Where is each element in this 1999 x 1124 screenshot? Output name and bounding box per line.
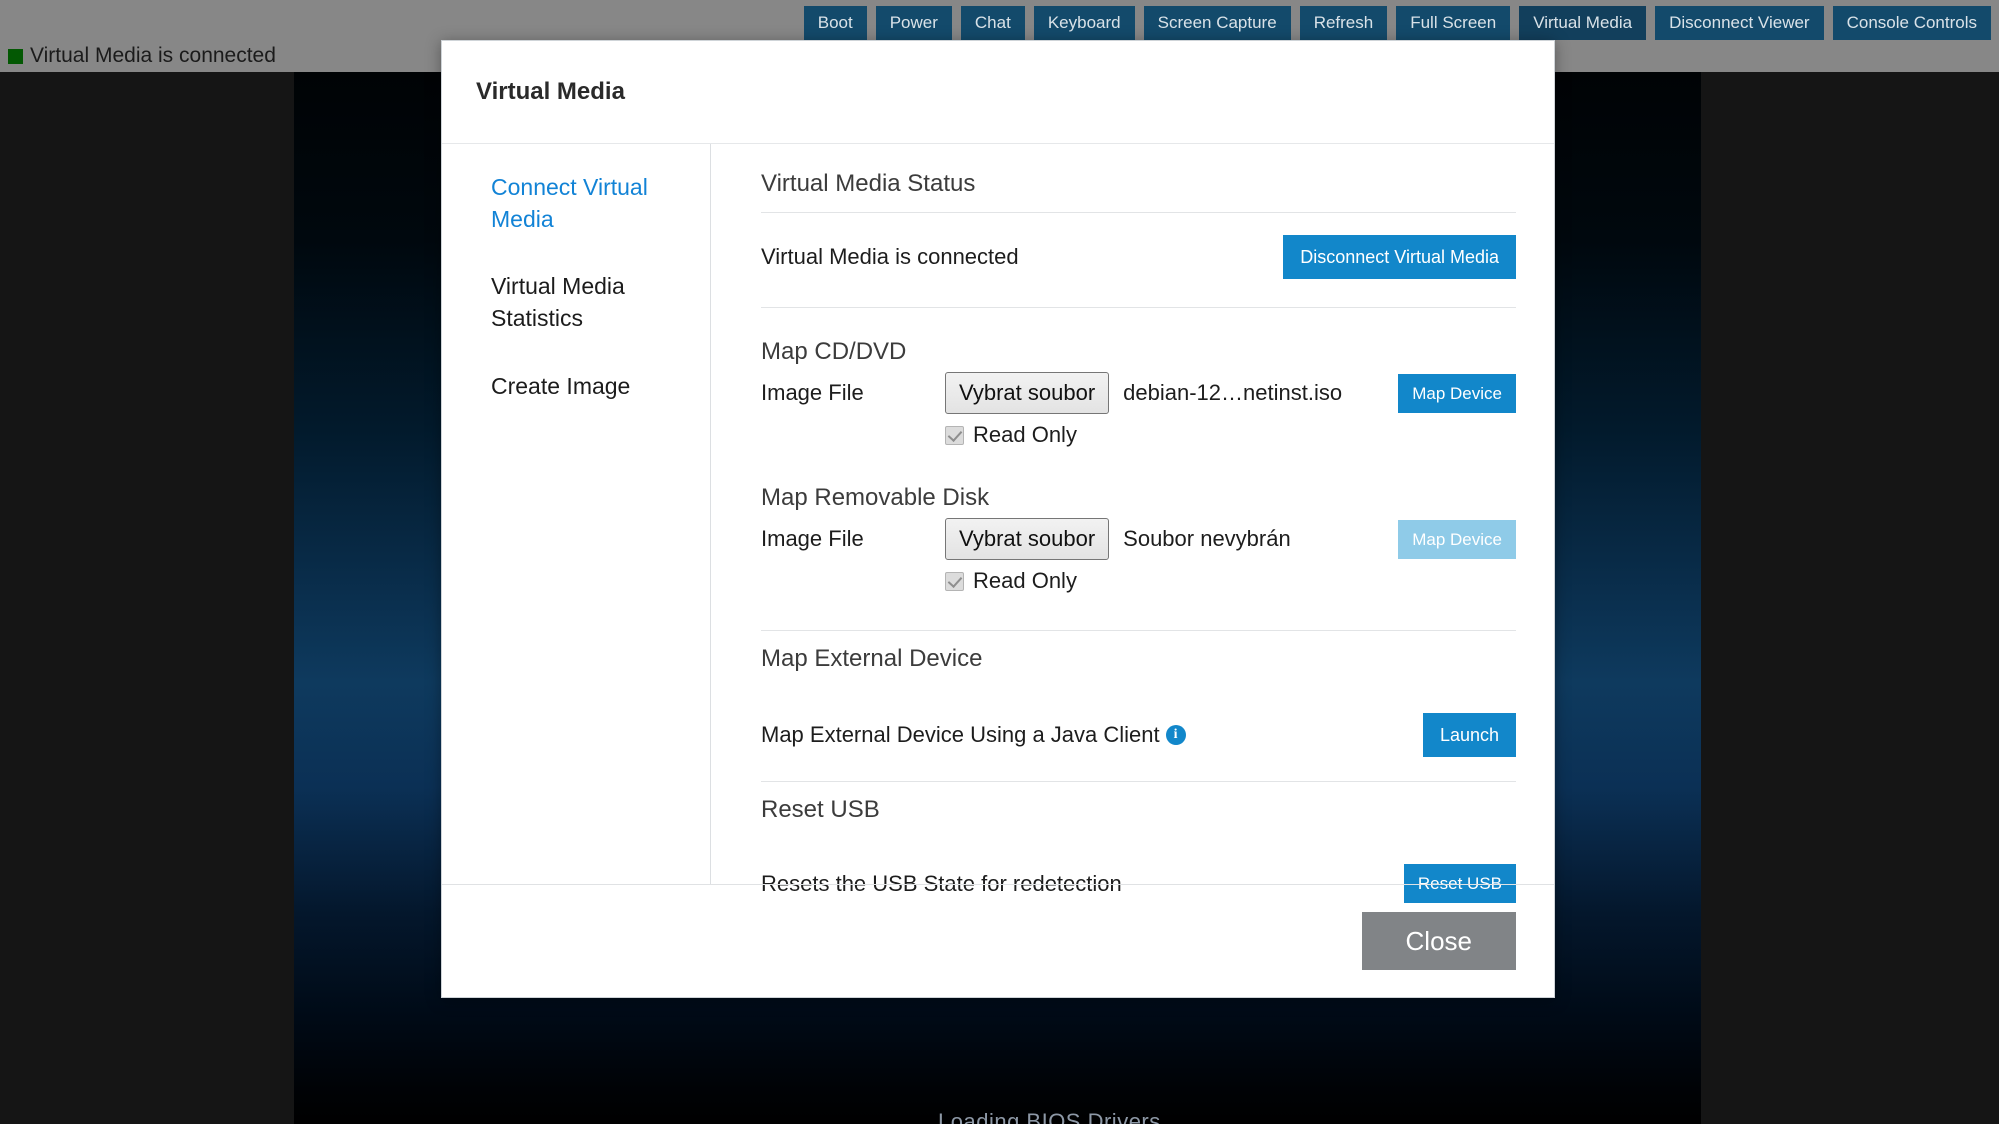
- screen-root: Loading BIOS Drivers........... Boot Pow…: [0, 0, 1999, 1124]
- map-removable-readonly-row: Read Only: [945, 568, 1516, 594]
- toolbar-button-group: Boot Power Chat Keyboard Screen Capture …: [804, 6, 1991, 40]
- map-external-device-section: Map External Device Map External Device …: [761, 645, 1516, 781]
- map-cddvd-file-row: Image File Vybrat soubor debian-12…netin…: [761, 372, 1516, 414]
- virtual-media-status-row: Virtual Media is connected Disconnect Vi…: [761, 231, 1516, 307]
- divider: [761, 212, 1516, 213]
- map-external-device-text-wrap: Map External Device Using a Java Client …: [761, 722, 1186, 748]
- map-removable-field-label: Image File: [761, 526, 945, 552]
- toolbar-button-boot[interactable]: Boot: [804, 6, 867, 40]
- dialog-header: Virtual Media: [442, 41, 1554, 144]
- map-removable-disk-section: Map Removable Disk Image File Vybrat sou…: [761, 484, 1516, 600]
- map-removable-file-picker: Vybrat soubor Soubor nevybrán: [945, 518, 1368, 560]
- map-external-device-text: Map External Device Using a Java Client: [761, 722, 1160, 748]
- map-removable-readonly-label: Read Only: [973, 568, 1077, 594]
- dialog-panel: Virtual Media Status Virtual Media is co…: [711, 144, 1554, 884]
- toolbar-button-virtual-media[interactable]: Virtual Media: [1519, 6, 1646, 40]
- toolbar-button-refresh[interactable]: Refresh: [1300, 6, 1388, 40]
- section-title-map-external-device: Map External Device: [761, 645, 1516, 687]
- toolbar-button-screen-capture[interactable]: Screen Capture: [1144, 6, 1291, 40]
- map-external-device-row: Map External Device Using a Java Client …: [761, 687, 1516, 781]
- map-cddvd-readonly-label: Read Only: [973, 422, 1077, 448]
- map-removable-file-row: Image File Vybrat soubor Soubor nevybrán…: [761, 518, 1516, 560]
- launch-java-client-button[interactable]: Launch: [1423, 713, 1516, 757]
- map-cddvd-readonly-row: Read Only: [945, 422, 1516, 448]
- map-removable-browse-button[interactable]: Vybrat soubor: [945, 518, 1109, 560]
- status-virtual-media-label: Virtual Media is connected: [30, 44, 276, 68]
- bios-loading-text: Loading BIOS Drivers...........: [938, 1109, 1234, 1124]
- dialog-body: Connect Virtual Media Virtual Media Stat…: [442, 144, 1554, 884]
- sidebar-item-virtual-media-statistics[interactable]: Virtual Media Statistics: [491, 271, 684, 334]
- toolbar-button-chat[interactable]: Chat: [961, 6, 1025, 40]
- map-cddvd-file-name: debian-12…netinst.iso: [1123, 380, 1342, 406]
- status-indicator-icon: [8, 49, 23, 64]
- map-removable-file-name: Soubor nevybrán: [1123, 526, 1291, 552]
- toolbar-button-console-controls[interactable]: Console Controls: [1833, 6, 1991, 40]
- map-removable-button-cell: Map Device: [1368, 520, 1516, 559]
- map-cddvd-browse-button[interactable]: Vybrat soubor: [945, 372, 1109, 414]
- section-title-map-removable-disk: Map Removable Disk: [761, 484, 1516, 518]
- dialog-title: Virtual Media: [476, 78, 625, 106]
- section-title-map-cddvd: Map CD/DVD: [761, 338, 1516, 372]
- toolbar-button-keyboard[interactable]: Keyboard: [1034, 6, 1135, 40]
- sidebar-item-create-image[interactable]: Create Image: [491, 371, 684, 403]
- map-removable-readonly-checkbox[interactable]: [945, 572, 964, 591]
- dialog-sidebar: Connect Virtual Media Virtual Media Stat…: [442, 144, 711, 884]
- map-removable-map-device-button: Map Device: [1398, 520, 1516, 559]
- toolbar-button-disconnect-viewer[interactable]: Disconnect Viewer: [1655, 6, 1823, 40]
- info-icon[interactable]: i: [1166, 725, 1186, 745]
- disconnect-virtual-media-button[interactable]: Disconnect Virtual Media: [1283, 235, 1516, 279]
- map-cddvd-file-picker: Vybrat soubor debian-12…netinst.iso: [945, 372, 1368, 414]
- section-title-reset-usb: Reset USB: [761, 796, 1516, 838]
- sidebar-item-connect-virtual-media[interactable]: Connect Virtual Media: [491, 172, 684, 235]
- map-cddvd-field-label: Image File: [761, 380, 945, 406]
- map-cddvd-readonly-checkbox[interactable]: [945, 426, 964, 445]
- toolbar-button-power[interactable]: Power: [876, 6, 952, 40]
- status-virtual-media: Virtual Media is connected: [8, 44, 276, 68]
- virtual-media-dialog: Virtual Media Connect Virtual Media Virt…: [441, 40, 1555, 998]
- map-cddvd-section: Map CD/DVD Image File Vybrat soubor debi…: [761, 338, 1516, 454]
- section-title-virtual-media-status: Virtual Media Status: [761, 170, 1516, 212]
- close-button[interactable]: Close: [1362, 912, 1516, 970]
- dialog-footer: Close: [442, 884, 1554, 997]
- map-cddvd-button-cell: Map Device: [1368, 374, 1516, 413]
- toolbar-button-full-screen[interactable]: Full Screen: [1396, 6, 1510, 40]
- virtual-media-status-text: Virtual Media is connected: [761, 244, 1019, 270]
- map-cddvd-map-device-button[interactable]: Map Device: [1398, 374, 1516, 413]
